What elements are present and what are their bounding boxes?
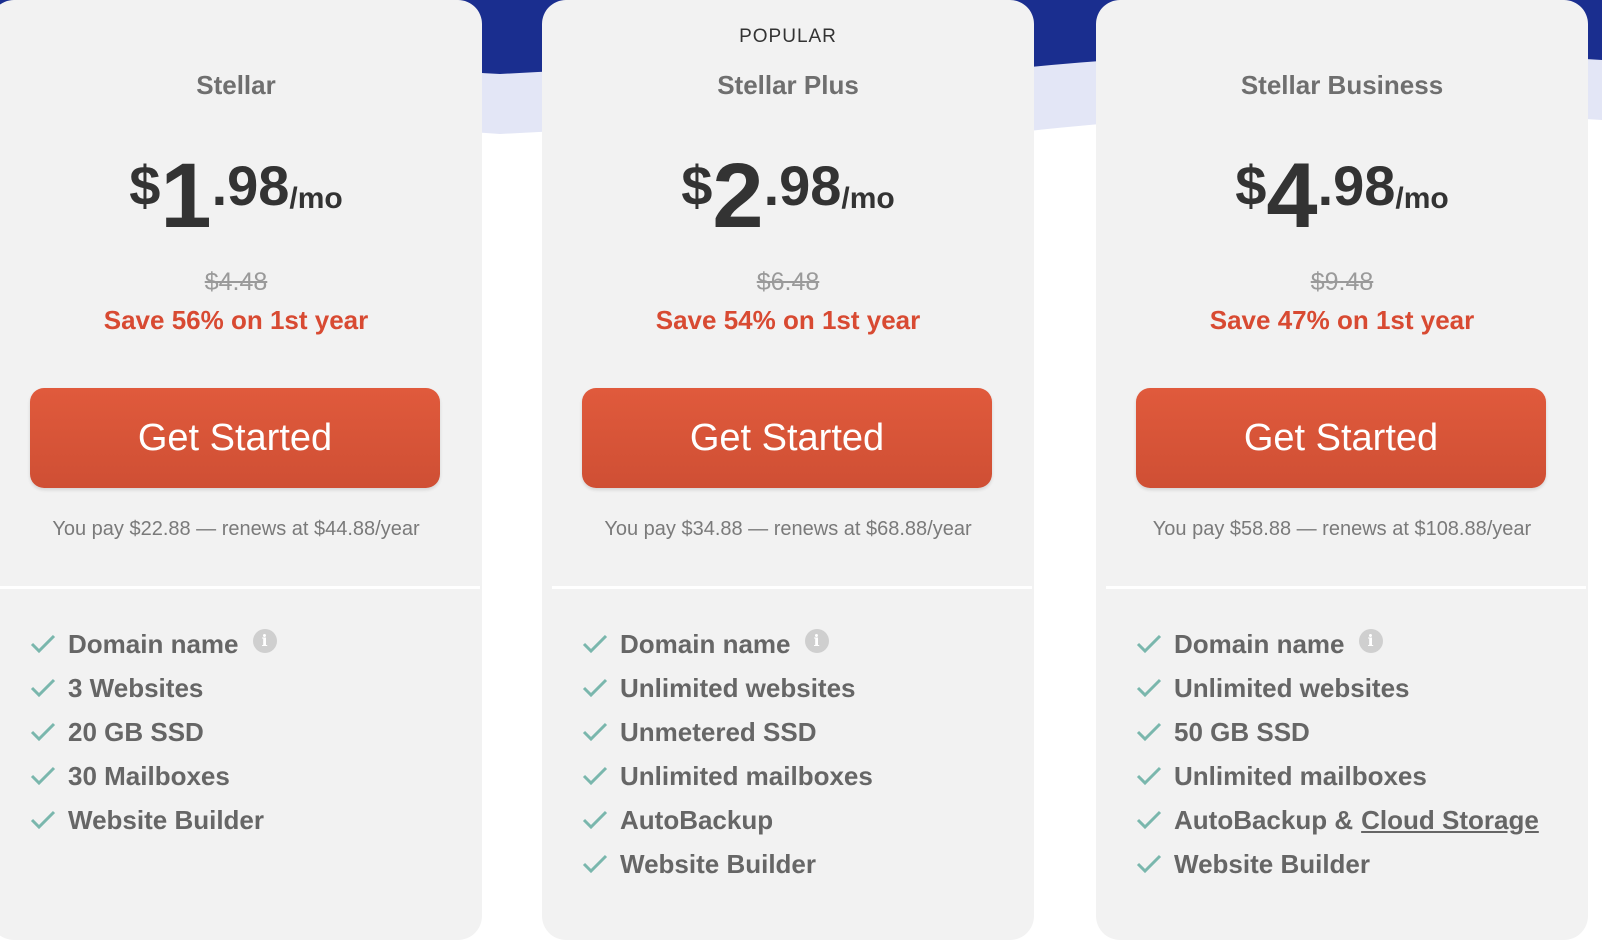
price-currency: $ bbox=[1235, 154, 1267, 217]
check-icon bbox=[1136, 722, 1162, 742]
feature-label: 50 GB SSD bbox=[1174, 716, 1310, 747]
original-price: $6.48 bbox=[756, 268, 820, 296]
check-icon bbox=[1136, 634, 1162, 654]
check-icon bbox=[1136, 678, 1162, 698]
price-integer: 4 bbox=[1266, 145, 1318, 247]
info-icon[interactable]: i bbox=[804, 629, 829, 653]
feature-item: Unmetered SSD bbox=[582, 710, 1014, 754]
feature-item: Website Builder bbox=[582, 842, 1014, 886]
feature-label: AutoBackup bbox=[620, 804, 774, 835]
plan-card-stellar-plus: POPULAR Stellar Plus $2.98/mo $6.48 Save… bbox=[542, 0, 1034, 940]
feature-item: Unlimited mailboxes bbox=[582, 754, 1014, 798]
feature-label: Domain name bbox=[1174, 628, 1345, 659]
feature-item: 20 GB SSD bbox=[30, 710, 462, 754]
price-period: /mo bbox=[841, 182, 895, 215]
feature-label: Unlimited websites bbox=[620, 672, 856, 703]
check-icon bbox=[582, 766, 608, 786]
feature-item: AutoBackup bbox=[582, 798, 1014, 842]
info-icon[interactable]: i bbox=[1358, 629, 1383, 653]
feature-label: AutoBackup & bbox=[1174, 804, 1354, 835]
feature-item: Domain name i bbox=[582, 622, 1014, 666]
check-icon bbox=[1136, 854, 1162, 874]
feature-item: Domain name i bbox=[30, 622, 462, 666]
divider bbox=[0, 586, 480, 589]
savings-text: Save 47% on 1st year bbox=[1209, 305, 1475, 335]
billing-note: You pay $22.88 — renews at $44.88/year bbox=[52, 518, 420, 540]
feature-item: 3 Websites bbox=[30, 666, 462, 710]
feature-item: Website Builder bbox=[1136, 842, 1568, 886]
price-integer: 1 bbox=[160, 145, 212, 247]
check-icon bbox=[30, 678, 56, 698]
price-period: /mo bbox=[289, 182, 343, 215]
plan-name: Stellar bbox=[196, 70, 276, 100]
savings-text: Save 54% on 1st year bbox=[655, 305, 921, 335]
billing-note: You pay $58.88 — renews at $108.88/year bbox=[1152, 518, 1532, 540]
popular-badge: POPULAR bbox=[739, 26, 837, 47]
feature-label: Website Builder bbox=[620, 848, 817, 879]
check-icon bbox=[582, 722, 608, 742]
get-started-button[interactable]: Get Started bbox=[30, 388, 440, 488]
check-icon bbox=[582, 634, 608, 654]
feature-label: Unmetered SSD bbox=[620, 716, 817, 747]
feature-item: Unlimited websites bbox=[1136, 666, 1568, 710]
plan-price: $4.98/mo bbox=[1096, 150, 1588, 242]
info-icon[interactable]: i bbox=[252, 629, 277, 653]
check-icon bbox=[582, 678, 608, 698]
original-price: $9.48 bbox=[1310, 268, 1374, 296]
check-icon bbox=[30, 810, 56, 830]
savings-text: Save 56% on 1st year bbox=[103, 305, 369, 335]
feature-item: Unlimited mailboxes bbox=[1136, 754, 1568, 798]
feature-label: Unlimited websites bbox=[1174, 672, 1410, 703]
price-decimal: .98 bbox=[1317, 154, 1396, 217]
price-currency: $ bbox=[129, 154, 161, 217]
original-price: $4.48 bbox=[204, 268, 268, 296]
get-started-button[interactable]: Get Started bbox=[582, 388, 992, 488]
divider bbox=[1106, 586, 1586, 589]
feature-list: Domain name i 3 Websites 20 GB SSD 30 Ma… bbox=[30, 622, 462, 842]
check-icon bbox=[30, 766, 56, 786]
billing-note: You pay $34.88 — renews at $68.88/year bbox=[604, 518, 972, 540]
feature-item: 30 Mailboxes bbox=[30, 754, 462, 798]
feature-label: Website Builder bbox=[1174, 848, 1371, 879]
feature-item: Unlimited websites bbox=[582, 666, 1014, 710]
plan-name: Stellar Plus bbox=[717, 70, 859, 100]
divider bbox=[552, 586, 1032, 589]
get-started-button[interactable]: Get Started bbox=[1136, 388, 1546, 488]
feature-label: 20 GB SSD bbox=[68, 716, 204, 747]
feature-label: Domain name bbox=[620, 628, 791, 659]
plan-card-stellar-business: Stellar Business $4.98/mo $9.48 Save 47%… bbox=[1096, 0, 1588, 940]
feature-label: Unlimited mailboxes bbox=[620, 760, 873, 791]
check-icon bbox=[30, 722, 56, 742]
feature-list: Domain name i Unlimited websites Unmeter… bbox=[582, 622, 1014, 886]
check-icon bbox=[1136, 810, 1162, 830]
check-icon bbox=[582, 810, 608, 830]
check-icon bbox=[30, 634, 56, 654]
price-period: /mo bbox=[1395, 182, 1449, 215]
check-icon bbox=[1136, 766, 1162, 786]
plan-card-stellar: Stellar $1.98/mo $4.48 Save 56% on 1st y… bbox=[0, 0, 482, 940]
check-icon bbox=[582, 854, 608, 874]
feature-label: Unlimited mailboxes bbox=[1174, 760, 1427, 791]
feature-list: Domain name i Unlimited websites 50 GB S… bbox=[1136, 622, 1568, 886]
plan-price: $2.98/mo bbox=[542, 150, 1034, 242]
feature-label: 3 Websites bbox=[68, 672, 204, 703]
plan-name: Stellar Business bbox=[1240, 70, 1444, 100]
plan-price: $1.98/mo bbox=[0, 150, 482, 242]
price-integer: 2 bbox=[712, 145, 764, 247]
feature-item: Domain name i bbox=[1136, 622, 1568, 666]
price-currency: $ bbox=[681, 154, 713, 217]
feature-label: 30 Mailboxes bbox=[68, 760, 230, 791]
feature-item: 50 GB SSD bbox=[1136, 710, 1568, 754]
feature-item: AutoBackup & Cloud Storage bbox=[1136, 798, 1568, 842]
price-decimal: .98 bbox=[763, 154, 842, 217]
feature-label: Website Builder bbox=[68, 804, 265, 835]
cloud-storage-link[interactable]: Cloud Storage bbox=[1361, 805, 1539, 836]
feature-label: Domain name bbox=[68, 628, 239, 659]
feature-item: Website Builder bbox=[30, 798, 462, 842]
price-decimal: .98 bbox=[211, 154, 290, 217]
